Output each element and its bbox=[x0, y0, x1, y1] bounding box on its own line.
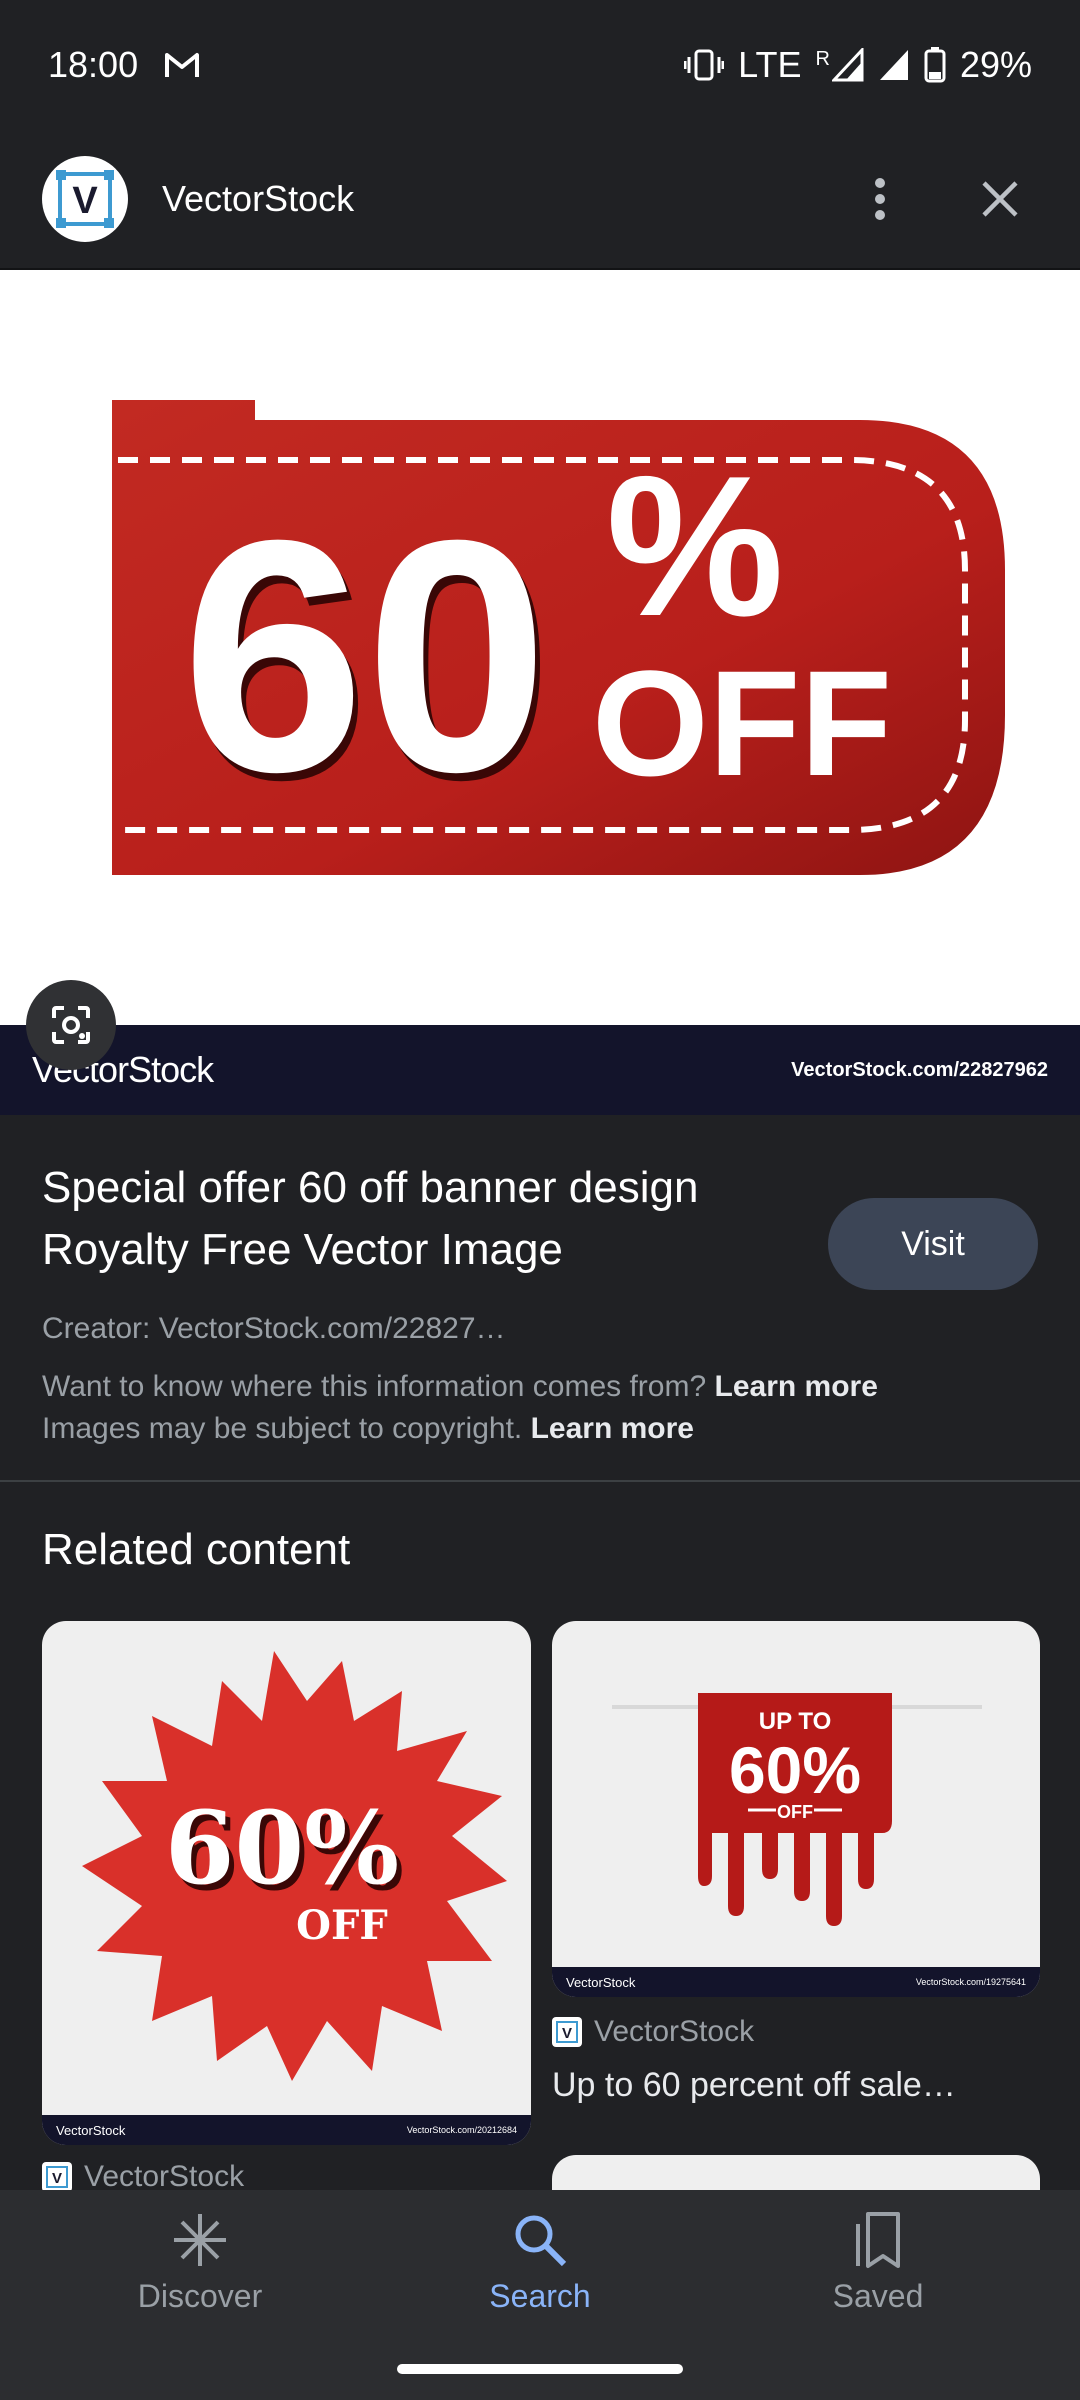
card1-off: OFF bbox=[296, 1902, 388, 1949]
vectorstock-logo-icon: V bbox=[56, 170, 114, 228]
burst-sale-graphic: 60% 60% OFF bbox=[82, 1651, 507, 2081]
status-bar: 18:00 LTE R 29% bbox=[0, 0, 1080, 130]
card1-percent: 60% bbox=[165, 1789, 399, 1907]
watermark-url: VectorStock.com/22827962 bbox=[791, 1058, 1048, 1081]
asterisk-icon bbox=[174, 2214, 226, 2266]
card2-watermark: VectorStock VectorStock.com/19275641 bbox=[552, 1967, 1040, 1997]
card2-off: OFF bbox=[777, 1802, 813, 1822]
card2-caption[interactable]: Up to 60 percent off sale… bbox=[552, 2066, 956, 2105]
signal-icon bbox=[879, 50, 908, 80]
banner-off: OFF bbox=[592, 639, 892, 807]
nav-saved[interactable]: Saved bbox=[728, 2210, 1028, 2315]
source-note: Want to know where this information come… bbox=[42, 1366, 1038, 1408]
copyright-note: Images may be subject to copyright. Lear… bbox=[42, 1408, 1038, 1450]
svg-text:V: V bbox=[52, 2170, 62, 2187]
card1-source: V VectorStock bbox=[42, 2160, 244, 2194]
bookmarks-icon bbox=[856, 2212, 900, 2268]
image-title[interactable]: Special offer 60 off banner design Royal… bbox=[42, 1157, 802, 1281]
battery-icon bbox=[924, 47, 946, 83]
copyright-note-text: Images may be subject to copyright. bbox=[42, 1412, 523, 1445]
more-vert-icon bbox=[875, 178, 885, 220]
learn-more-link-copyright[interactable]: Learn more bbox=[531, 1412, 694, 1445]
battery-level: 29% bbox=[959, 44, 1032, 85]
clock: 18:00 bbox=[48, 44, 139, 85]
site-title: VectorStock bbox=[162, 178, 355, 219]
close-icon bbox=[982, 181, 1018, 217]
banner-percent: % bbox=[606, 435, 784, 658]
lens-search-button[interactable] bbox=[26, 980, 116, 1070]
roaming-indicator: R bbox=[815, 48, 830, 70]
related-content-heading: Related content bbox=[42, 1525, 351, 1574]
learn-more-link-source[interactable]: Learn more bbox=[715, 1370, 878, 1403]
card1-watermark: VectorStock VectorStock.com/20212684 bbox=[42, 2115, 531, 2145]
svg-text:V: V bbox=[72, 180, 98, 222]
more-options-button[interactable] bbox=[850, 169, 910, 229]
image-info: Special offer 60 off banner design Royal… bbox=[0, 1115, 1080, 1482]
hero-image[interactable]: 60 60 % OFF bbox=[0, 270, 1080, 1025]
image-watermark-strip: VectorStock VectorStock.com/22827962 bbox=[0, 1025, 1080, 1115]
network-type: LTE bbox=[738, 44, 802, 85]
related-card-1[interactable]: 60% 60% OFF VectorStock VectorStock.com/… bbox=[42, 1621, 531, 2145]
google-lens-icon bbox=[52, 1006, 90, 1044]
card2-upto: UP TO bbox=[759, 1708, 831, 1735]
home-indicator[interactable] bbox=[397, 2364, 683, 2374]
vibrate-icon bbox=[684, 49, 725, 81]
nav-search[interactable]: Search bbox=[390, 2210, 690, 2315]
nav-discover[interactable]: Discover bbox=[50, 2210, 350, 2315]
search-icon bbox=[515, 2215, 567, 2267]
banner-number: 60 bbox=[181, 471, 548, 840]
card2-source: V VectorStock bbox=[552, 2015, 754, 2049]
vectorstock-favicon-icon: V bbox=[42, 2162, 72, 2192]
close-button[interactable] bbox=[970, 169, 1030, 229]
vectorstock-favicon-icon: V bbox=[552, 2017, 582, 2047]
card2-percent: 60% bbox=[729, 1733, 861, 1807]
drip-ribbon-graphic: UP TO 60% OFF bbox=[612, 1693, 982, 1926]
sale-banner-graphic: 60 60 % OFF bbox=[112, 400, 1005, 875]
related-card-2[interactable]: UP TO 60% OFF VectorStock VectorStock.co… bbox=[552, 1621, 1040, 1997]
source-note-text: Want to know where this information come… bbox=[42, 1370, 707, 1403]
gmail-icon bbox=[165, 53, 200, 77]
app-bar: V VectorStock bbox=[0, 130, 1080, 270]
signal-roaming-icon bbox=[831, 48, 864, 82]
site-logo: V bbox=[42, 156, 128, 242]
visit-button[interactable]: Visit bbox=[828, 1198, 1038, 1290]
creator-text: Creator: VectorStock.com/22827… bbox=[42, 1312, 506, 1345]
svg-text:V: V bbox=[562, 2025, 572, 2042]
